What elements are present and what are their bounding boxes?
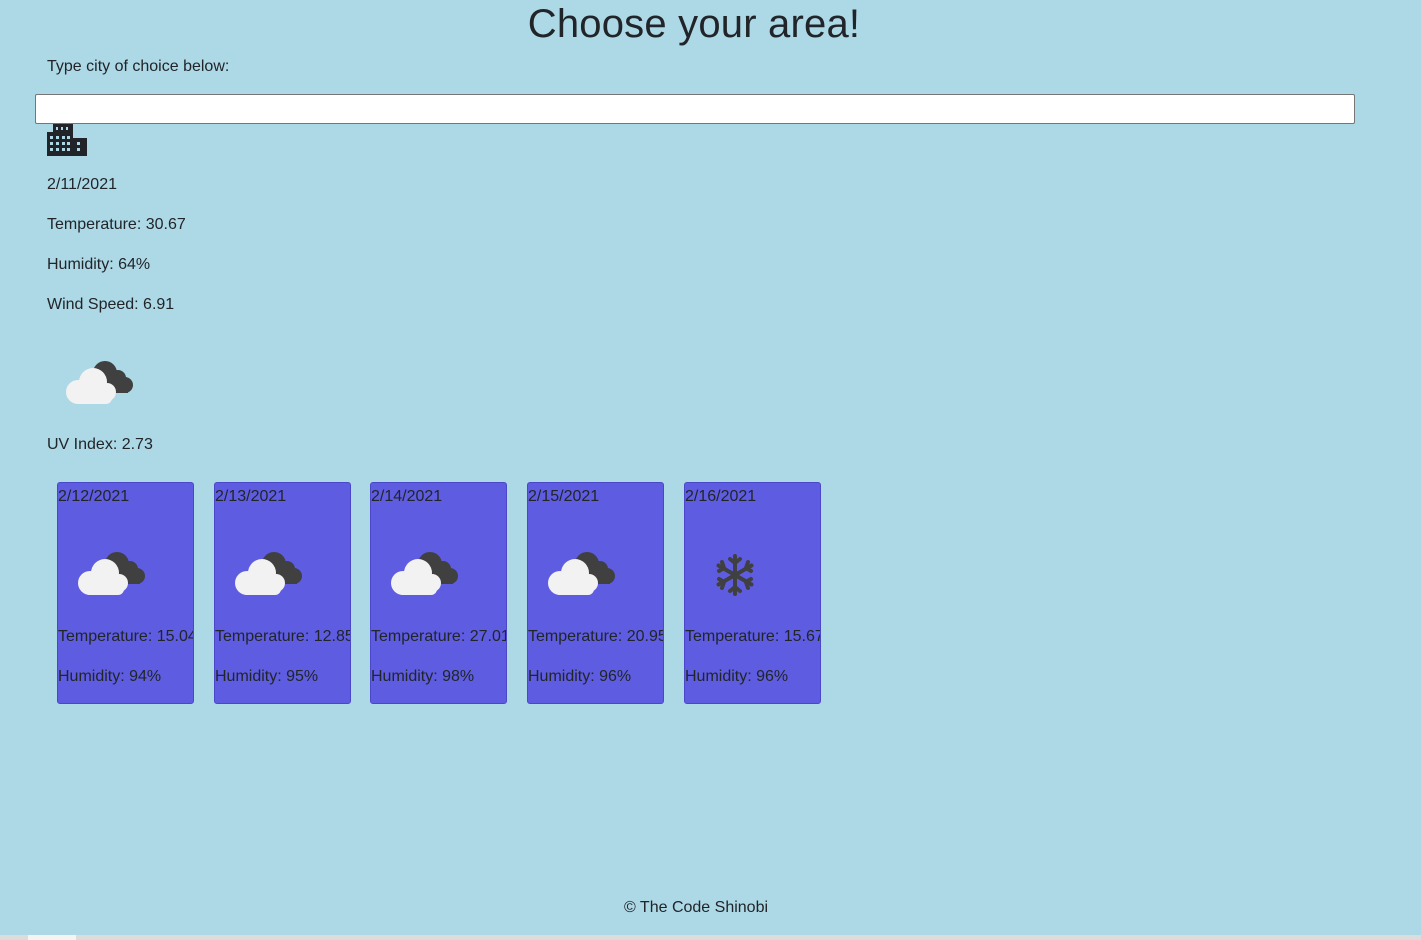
city-prompt-label: Type city of choice below: (47, 58, 230, 75)
city-search-input[interactable] (35, 94, 1355, 124)
forecast-humidity: Humidity: 96% (528, 668, 632, 685)
scrollbar-thumb[interactable] (28, 935, 76, 940)
forecast-date: 2/14/2021 (371, 488, 443, 505)
cloudy-icon (235, 552, 302, 595)
forecast-temperature: Temperature: 15.67 (685, 628, 821, 645)
forecast-humidity: Humidity: 98% (371, 668, 475, 685)
cloudy-icon (78, 552, 145, 595)
forecast-temperature: Temperature: 27.01 (371, 628, 507, 645)
forecast-card: 2/16/2021 Temperature: 15.67 Humidity: 9… (684, 482, 821, 704)
forecast-humidity: Humidity: 95% (215, 668, 319, 685)
snowflake-icon (716, 554, 754, 596)
current-humidity: Humidity: 64% (47, 256, 151, 273)
forecast-card: 2/13/2021 Temperature: 12.85 Humidity: 9… (214, 482, 351, 704)
city-buildings-icon (47, 124, 87, 156)
forecast-card: 2/15/2021 Temperature: 20.95 Humidity: 9… (527, 482, 664, 704)
current-date: 2/11/2021 (47, 176, 117, 193)
forecast-temperature: Temperature: 15.04 (58, 628, 194, 645)
page-title: Choose your area! (527, 2, 861, 46)
current-uv-index: UV Index: 2.73 (47, 436, 153, 453)
cloudy-icon (66, 361, 133, 404)
footer-copyright: © The Code Shinobi (623, 899, 769, 916)
forecast-humidity: Humidity: 96% (685, 668, 789, 685)
current-temperature: Temperature: 30.67 (47, 216, 186, 233)
forecast-card: 2/12/2021 Temperature: 15.04 Humidity: 9… (57, 482, 194, 704)
forecast-temperature: Temperature: 20.95 (528, 628, 664, 645)
horizontal-scrollbar[interactable] (0, 935, 1421, 940)
forecast-date: 2/16/2021 (685, 488, 757, 505)
forecast-card: 2/14/2021 Temperature: 27.01 Humidity: 9… (370, 482, 507, 704)
forecast-humidity: Humidity: 94% (58, 668, 162, 685)
forecast-date: 2/15/2021 (528, 488, 600, 505)
current-wind-speed: Wind Speed: 6.91 (47, 296, 175, 313)
forecast-date: 2/12/2021 (58, 488, 130, 505)
cloudy-icon (391, 552, 458, 595)
cloudy-icon (548, 552, 615, 595)
forecast-temperature: Temperature: 12.85 (215, 628, 351, 645)
forecast-date: 2/13/2021 (215, 488, 287, 505)
